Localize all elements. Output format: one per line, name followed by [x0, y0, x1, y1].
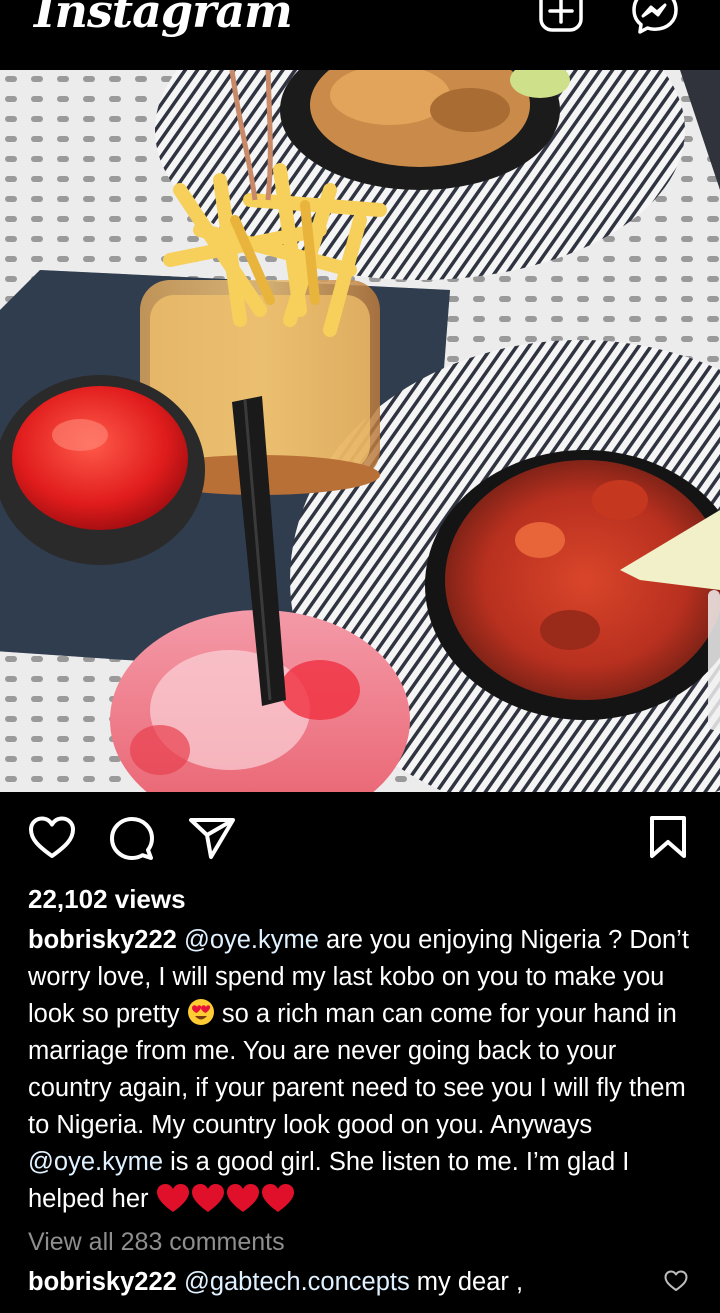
- post-caption: bobrisky222 @oye.kyme are you enjoying N…: [28, 922, 698, 1218]
- bookmark-icon[interactable]: [648, 816, 688, 865]
- add-post-icon[interactable]: [538, 0, 584, 36]
- heart-eyes-emoji: [187, 998, 215, 1026]
- caption-username[interactable]: bobrisky222: [28, 926, 177, 954]
- view-all-comments-link[interactable]: View all 283 comments: [28, 1228, 285, 1257]
- comment-mention[interactable]: @gabtech.concepts: [184, 1268, 410, 1296]
- red-heart-emoji: [156, 1183, 190, 1213]
- comment-icon[interactable]: [108, 816, 156, 869]
- red-heart-emoji: [191, 1183, 225, 1213]
- share-icon[interactable]: [188, 816, 236, 865]
- messenger-icon[interactable]: [632, 0, 678, 36]
- views-count[interactable]: 22,102 views: [28, 884, 186, 915]
- instagram-logo[interactable]: Instagram: [34, 0, 293, 38]
- comment-like-heart-icon[interactable]: [664, 1270, 688, 1297]
- top-bar: Instagram: [0, 0, 720, 70]
- comment-username[interactable]: bobrisky222: [28, 1268, 177, 1296]
- top-comment: bobrisky222 @gabtech.concepts my dear ,: [28, 1268, 523, 1297]
- post-image[interactable]: [0, 70, 720, 792]
- caption-mention[interactable]: @oye.kyme: [184, 926, 319, 954]
- caption-mention[interactable]: @oye.kyme: [28, 1148, 163, 1176]
- hearts-emoji-group: [156, 1183, 296, 1213]
- heart-icon[interactable]: [28, 816, 76, 865]
- comment-text: my dear ,: [409, 1268, 524, 1296]
- post-actions-bar: [0, 800, 720, 876]
- red-heart-emoji: [261, 1183, 295, 1213]
- red-heart-emoji: [226, 1183, 260, 1213]
